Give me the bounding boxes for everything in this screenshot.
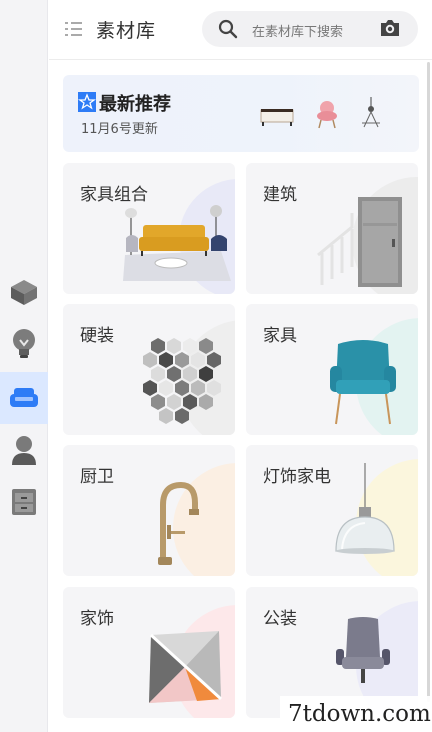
search-icon — [218, 19, 238, 39]
side-nav — [0, 0, 48, 732]
cabinet-icon — [12, 489, 36, 515]
sidebar-item-lighting[interactable] — [0, 320, 48, 368]
camera-icon[interactable] — [379, 18, 401, 38]
sidebar-item-people[interactable] — [0, 426, 48, 474]
person-icon — [12, 436, 36, 465]
banner-subtitle: 11月6号更新 — [81, 122, 158, 137]
cube-icon — [11, 280, 37, 305]
category-furniture-set[interactable]: 家具组合 — [63, 163, 235, 294]
category-lighting-appliances[interactable]: 灯饰家电 — [246, 445, 418, 576]
sidebar-item-model[interactable] — [0, 268, 48, 316]
category-label: 建筑 — [263, 185, 297, 205]
category-label: 厨卫 — [80, 467, 114, 487]
category-kitchen-bath[interactable]: 厨卫 — [63, 445, 235, 576]
category-furniture[interactable]: 家具 — [246, 304, 418, 435]
top-bar: 素材库 在素材库下搜索 — [49, 0, 432, 60]
lightbulb-icon — [13, 329, 35, 358]
latest-recommend-banner[interactable]: 最新推荐 11月6号更新 — [63, 75, 419, 152]
category-architecture[interactable]: 建筑 — [246, 163, 418, 294]
pendant-lamp-image — [335, 463, 395, 554]
category-label: 家饰 — [80, 609, 114, 629]
sofa-icon — [10, 388, 38, 407]
list-menu-icon[interactable] — [65, 20, 83, 38]
watermark: 7tdown.com — [280, 696, 432, 732]
category-label: 硬装 — [80, 326, 114, 346]
search-placeholder: 在素材库下搜索 — [252, 25, 344, 40]
hex-tile-image — [143, 338, 221, 424]
banner-title: 最新推荐 — [99, 94, 171, 115]
category-label: 家具组合 — [80, 185, 148, 205]
pink-chair-thumbnail — [317, 101, 337, 129]
category-home-decor[interactable]: 家饰 — [63, 587, 235, 718]
category-label: 家具 — [263, 326, 297, 346]
tv-stand-thumbnail — [260, 109, 294, 126]
sidebar-item-storage[interactable] — [0, 478, 48, 526]
search-input[interactable]: 在素材库下搜索 — [202, 11, 418, 47]
office-chair-image — [336, 617, 390, 683]
category-label: 公装 — [263, 609, 297, 629]
lamp-thumbnail — [362, 97, 380, 128]
scrollbar[interactable] — [427, 62, 430, 702]
sidebar-item-furniture[interactable] — [0, 372, 48, 424]
star-badge-icon — [78, 92, 96, 112]
living-room-set-image — [123, 205, 231, 281]
page-title: 素材库 — [96, 20, 157, 42]
armchair-image — [330, 340, 396, 425]
category-hard-decoration[interactable]: 硬装 — [63, 304, 235, 435]
faucet-image — [158, 481, 199, 565]
cushion-image — [149, 631, 223, 703]
door-stair-image — [317, 197, 402, 287]
category-label: 灯饰家电 — [263, 467, 331, 487]
